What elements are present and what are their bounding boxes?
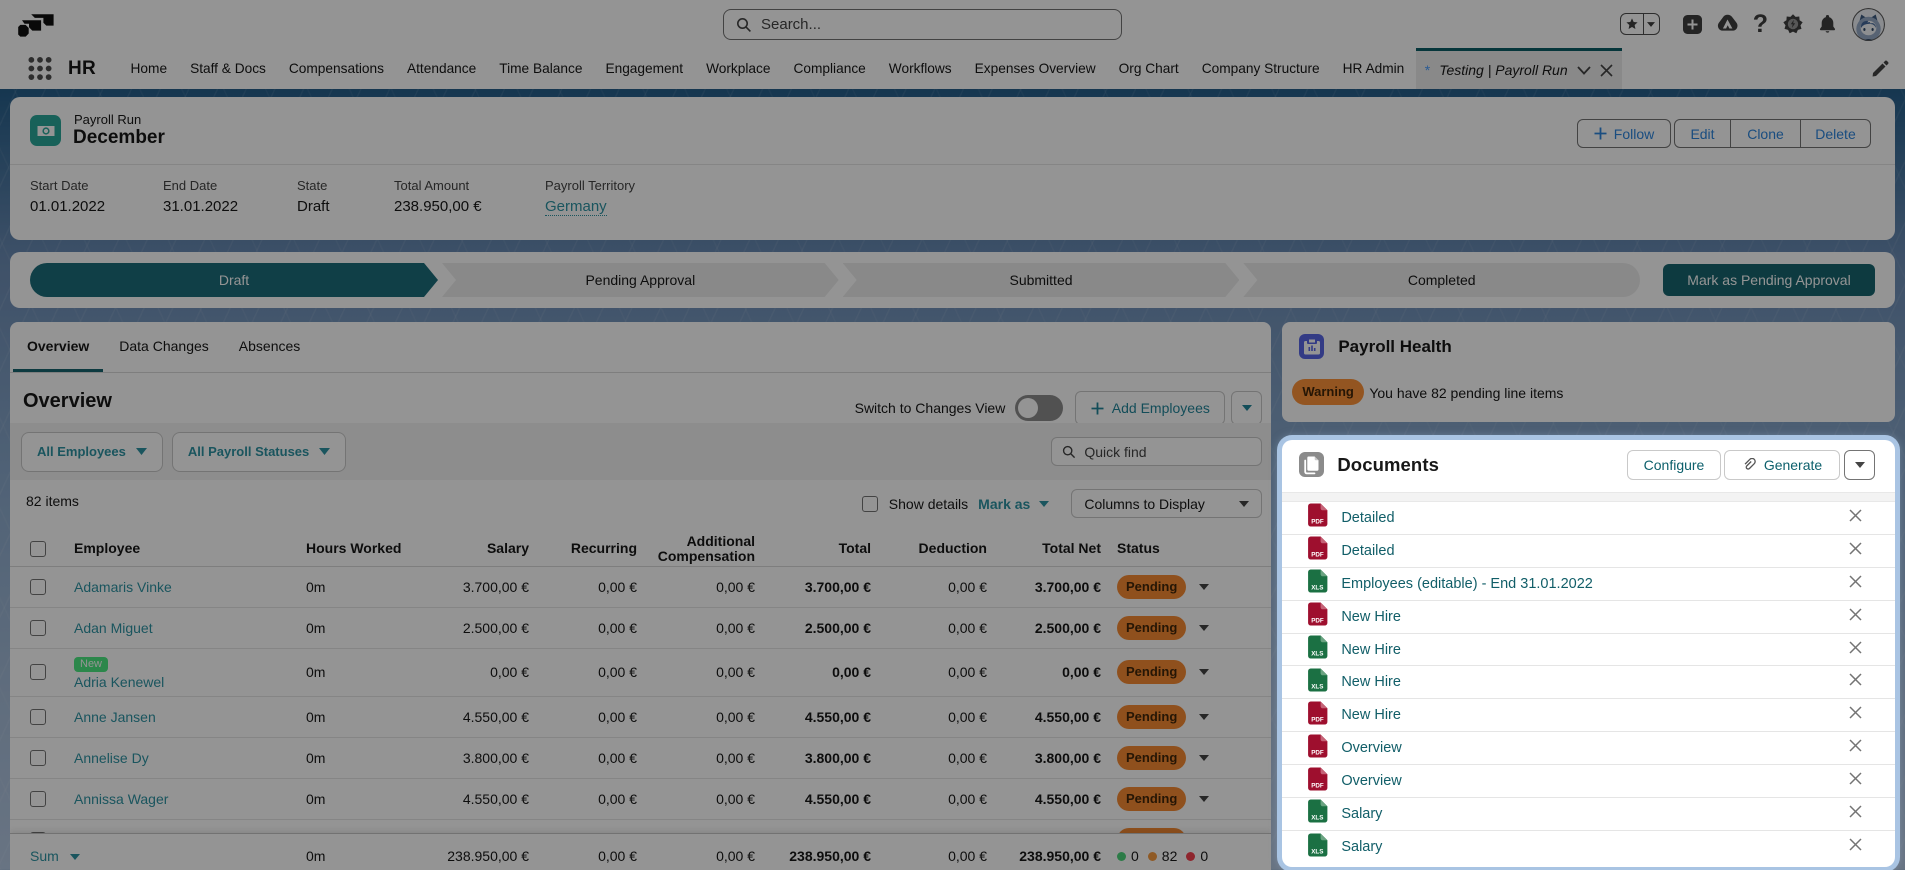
svg-text:XLS: XLS [1312, 815, 1324, 822]
svg-text:PDF: PDF [1312, 552, 1325, 559]
svg-text:PDF: PDF [1312, 749, 1325, 756]
svg-text:PDF: PDF [1312, 782, 1325, 789]
svg-text:PDF: PDF [1312, 519, 1325, 526]
svg-text:XLS: XLS [1312, 585, 1324, 592]
svg-text:XLS: XLS [1312, 650, 1324, 657]
svg-text:XLS: XLS [1312, 848, 1324, 855]
svg-text:PDF: PDF [1312, 716, 1325, 723]
svg-text:XLS: XLS [1312, 683, 1324, 690]
svg-text:PDF: PDF [1312, 617, 1325, 624]
